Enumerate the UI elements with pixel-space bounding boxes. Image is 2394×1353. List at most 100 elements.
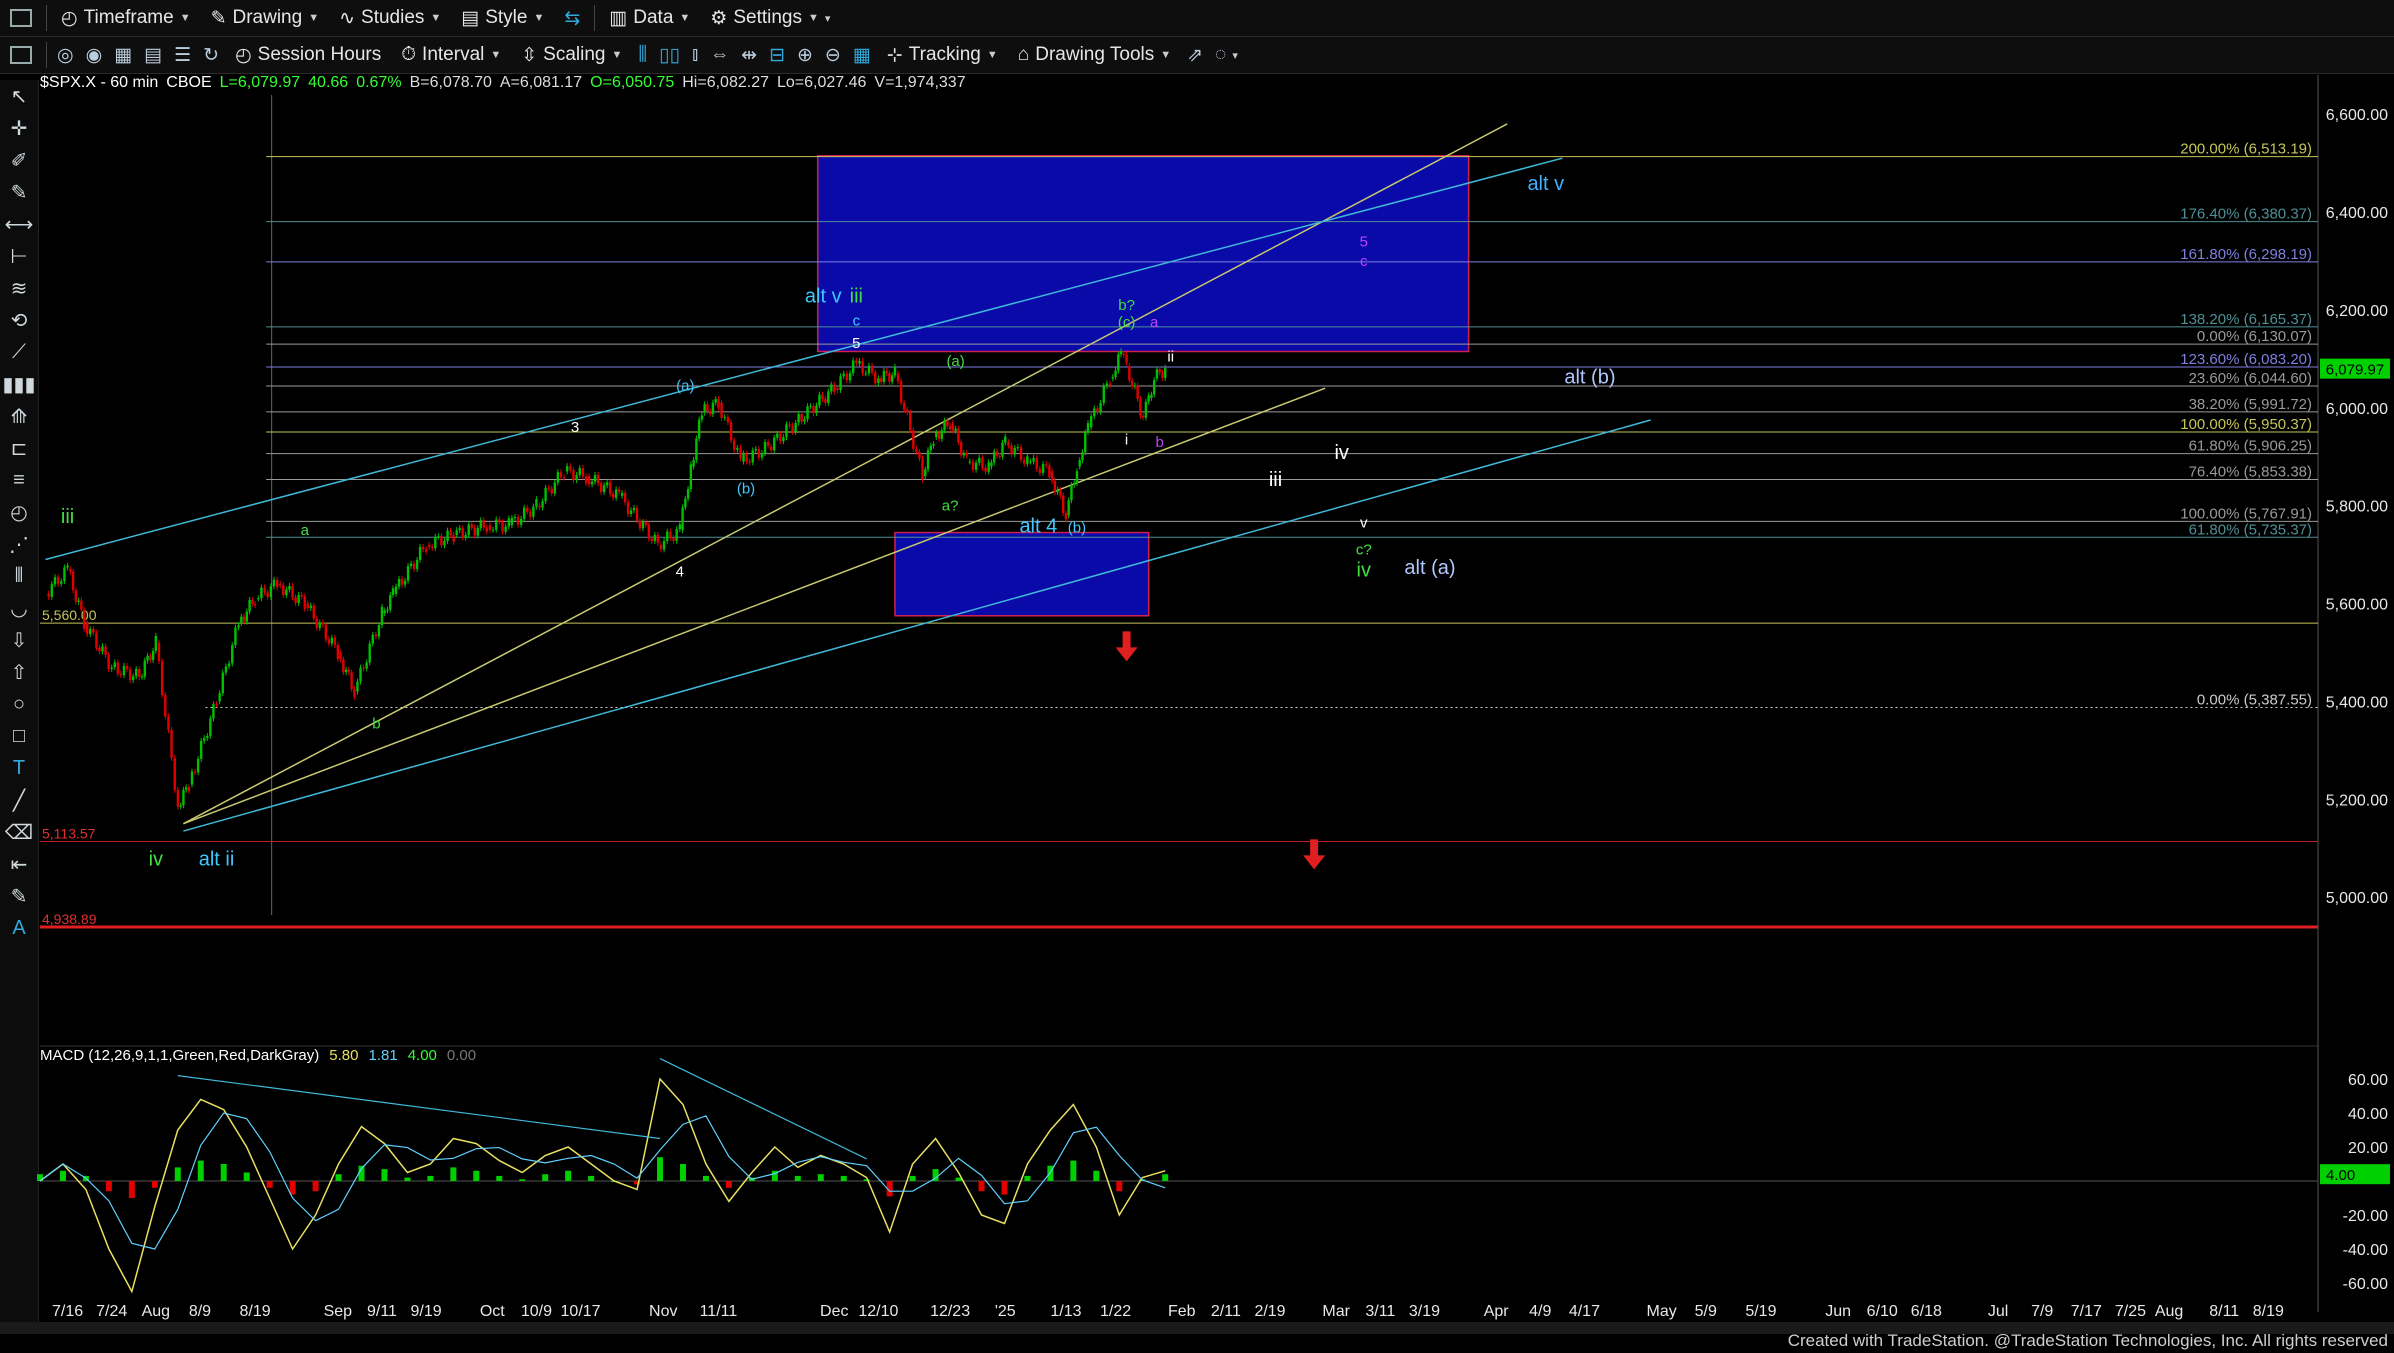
time-tick-label: 3/11	[1365, 1303, 1395, 1320]
price-candle	[935, 432, 938, 438]
time-tick-label: Aug	[2155, 1303, 2183, 1320]
price-candle	[855, 360, 858, 363]
price-candle	[519, 518, 523, 525]
price-candle	[1073, 483, 1076, 486]
price-candle	[623, 493, 627, 503]
price-candle	[473, 527, 476, 536]
price-candle	[482, 520, 485, 528]
price-candle	[924, 469, 927, 477]
price-tick-label: 5,200.00	[2326, 792, 2388, 809]
time-tick-label: 6/10	[1867, 1303, 1898, 1320]
price-candle	[182, 789, 185, 806]
price-candle	[809, 406, 812, 408]
price-candle	[794, 422, 797, 432]
price-candle	[321, 622, 325, 625]
price-candle	[240, 616, 243, 624]
price-candle	[1141, 415, 1145, 418]
price-candle	[675, 529, 678, 541]
price-candle	[879, 378, 883, 382]
price-candle	[1147, 395, 1150, 402]
time-tick-label: Nov	[649, 1303, 677, 1320]
price-candle	[421, 546, 425, 550]
time-tick-label: Aug	[142, 1303, 170, 1320]
price-candle	[1093, 408, 1096, 417]
price-candle	[63, 567, 66, 582]
fib-level-label: 38.20% (5,991.72)	[2189, 396, 2312, 413]
price-candle	[1108, 383, 1112, 386]
price-candle	[125, 665, 129, 670]
price-candle	[990, 462, 993, 467]
price-candle	[113, 662, 116, 668]
price-candle	[686, 489, 690, 499]
price-candle	[418, 546, 422, 560]
price-candle	[681, 507, 684, 531]
price-candle	[581, 468, 585, 477]
macd-histogram-bar	[473, 1170, 480, 1181]
wave-label: alt ii	[199, 848, 235, 870]
macd-histogram-bar	[151, 1181, 158, 1188]
price-candle	[206, 735, 209, 738]
price-candle	[599, 483, 603, 492]
price-candle	[684, 498, 687, 508]
price-candle	[1089, 416, 1093, 428]
macd-histogram-bar	[794, 1175, 801, 1181]
price-candle	[678, 524, 682, 530]
price-candle	[507, 518, 511, 527]
price-candle	[662, 540, 666, 550]
price-candle	[861, 361, 864, 374]
price-tick-label: 6,000.00	[2326, 401, 2388, 418]
macd-histogram-bar	[174, 1167, 181, 1181]
price-candle	[1122, 353, 1126, 355]
price-candle	[905, 409, 909, 413]
price-candle	[757, 449, 761, 458]
macd-histogram-bar	[220, 1164, 227, 1181]
macd-histogram-bar	[840, 1175, 847, 1181]
price-candle	[479, 520, 482, 529]
price-candle	[1099, 402, 1102, 412]
price-candle	[1029, 461, 1032, 463]
price-candle	[769, 446, 773, 451]
macd-divergence-line	[177, 1075, 661, 1140]
price-candle	[745, 453, 748, 462]
price-candle	[464, 535, 467, 538]
price-candle	[248, 599, 251, 612]
price-candle	[56, 577, 60, 584]
time-tick-label: 7/16	[52, 1303, 83, 1320]
price-candle	[116, 662, 120, 674]
price-candle	[504, 526, 507, 532]
price-candle	[538, 505, 541, 508]
price-candle	[443, 540, 446, 546]
price-candle	[926, 450, 930, 470]
wave-label: c	[853, 313, 861, 330]
macd-histogram-bar	[1001, 1181, 1008, 1195]
level-label: 5,113.57	[42, 826, 96, 842]
price-candle	[245, 611, 249, 622]
price-candle	[215, 704, 218, 706]
macd-histogram-bar	[725, 1181, 732, 1188]
time-tick-label: Oct	[480, 1303, 505, 1320]
price-candle	[1130, 380, 1134, 387]
price-candle	[902, 402, 906, 410]
price-candle	[602, 485, 606, 492]
price-candle	[1056, 489, 1059, 493]
price-chart[interactable]: 200.00% (6,513.19) 176.40% (6,380.37) 161.…	[0, 0, 2394, 1353]
target-box-1	[894, 531, 1150, 617]
price-candle	[234, 627, 237, 646]
price-candle	[1004, 436, 1007, 443]
price-candle	[1086, 423, 1090, 433]
price-candle	[327, 639, 331, 644]
price-candle	[179, 805, 182, 807]
price-candle	[611, 493, 615, 498]
price-candle	[104, 646, 107, 656]
price-candle	[1022, 459, 1026, 464]
price-candle	[959, 442, 963, 456]
price-candle	[830, 384, 833, 392]
macd-histogram-bar	[817, 1174, 824, 1181]
price-candle	[266, 592, 269, 598]
price-candle	[821, 394, 824, 400]
price-candle	[415, 559, 419, 569]
price-candle	[797, 414, 800, 423]
price-candle	[368, 643, 371, 663]
wave-label: alt v	[805, 286, 842, 308]
price-candle	[692, 459, 695, 467]
